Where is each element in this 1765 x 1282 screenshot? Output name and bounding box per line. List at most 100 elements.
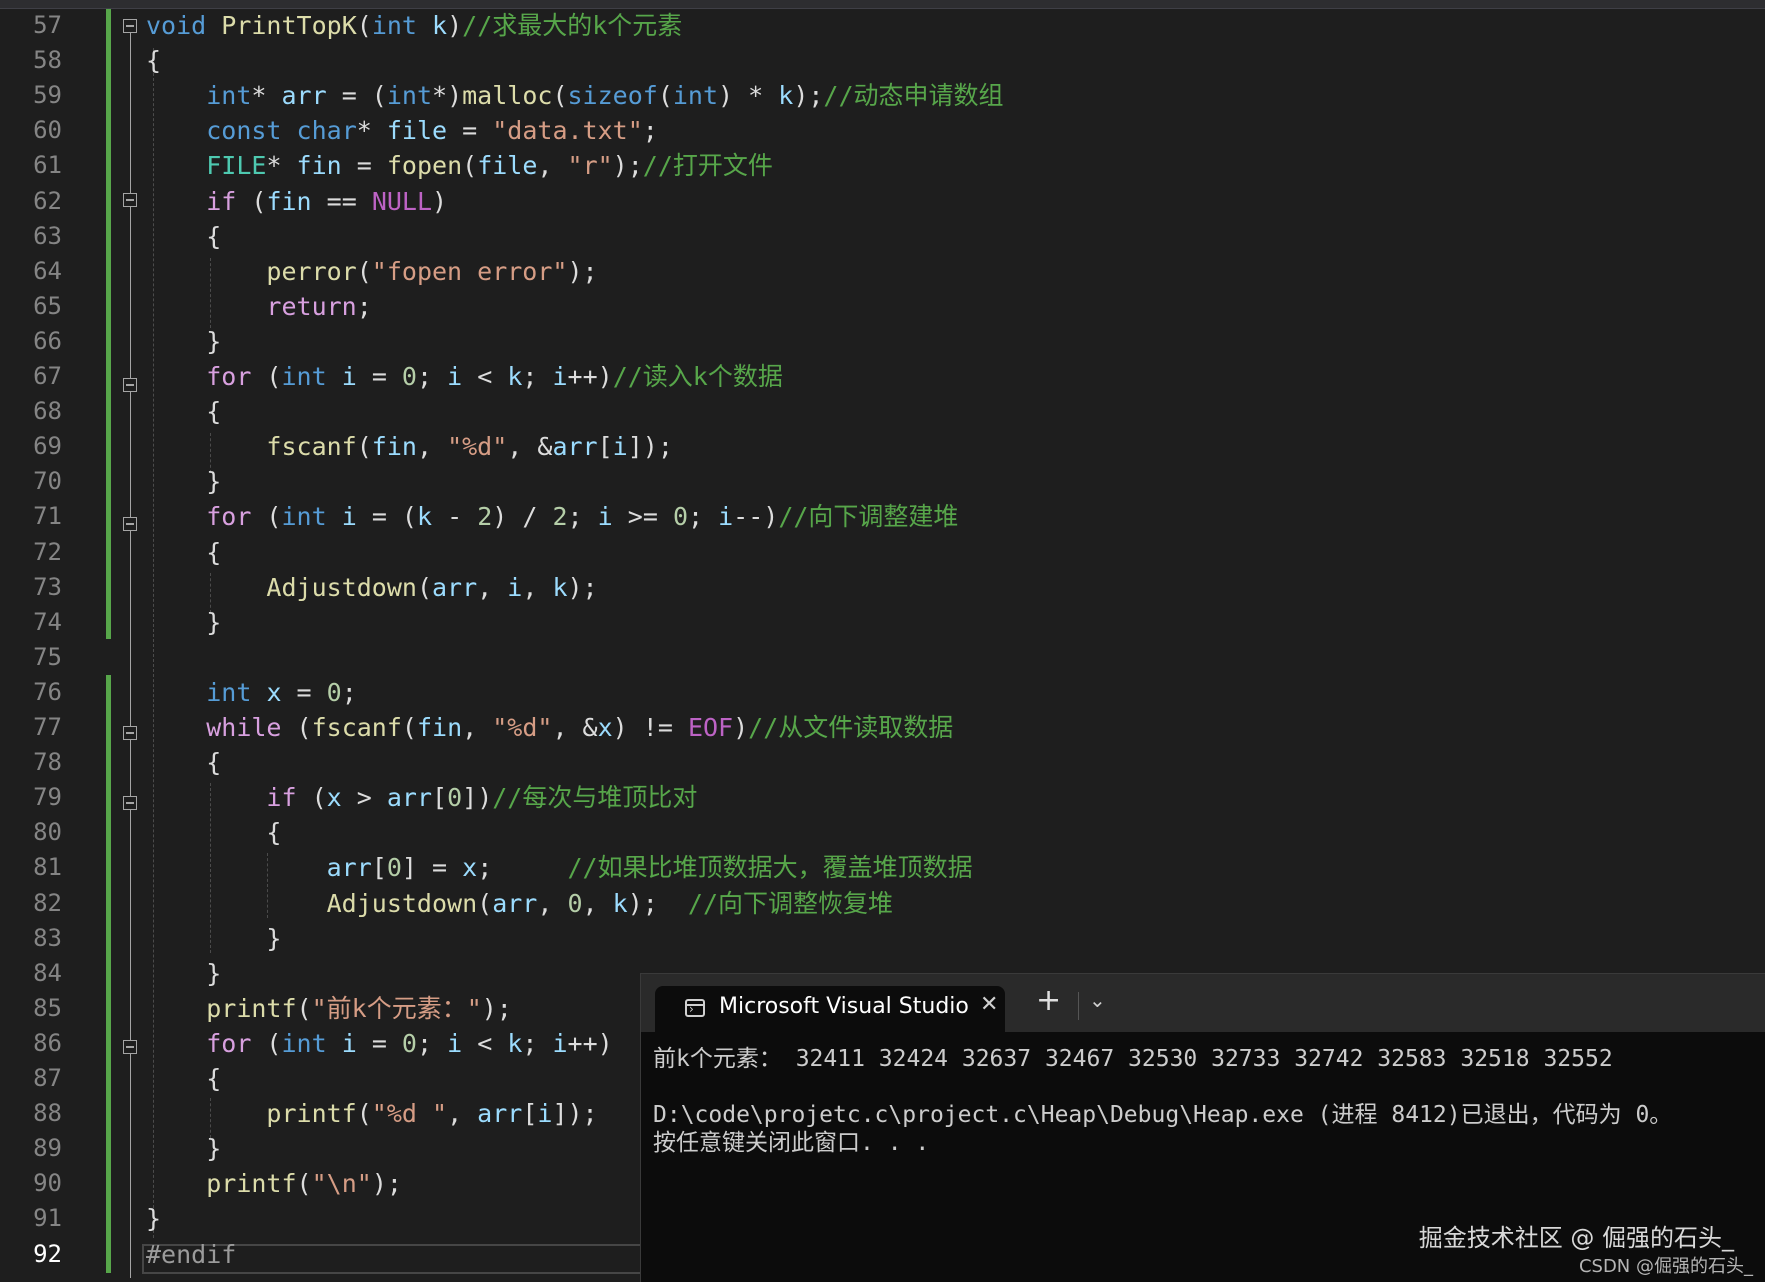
new-tab-button[interactable]: +	[1036, 985, 1061, 1017]
code-token: "r"	[567, 151, 613, 181]
line-number: 92	[33, 1239, 62, 1268]
code-line[interactable]: 68 {	[0, 394, 1765, 429]
line-number: 79	[33, 783, 62, 812]
code-line[interactable]: 76 int x = 0;	[0, 675, 1765, 710]
code-token: = (	[326, 81, 387, 111]
code-token: PrintTopK	[221, 11, 357, 40]
line-number: 75	[33, 642, 62, 671]
code-line[interactable]: 58 {	[0, 43, 1765, 78]
code-line[interactable]: 71 for (int i = (k - 2) / 2; i >= 0; i--…	[0, 499, 1765, 534]
code-line[interactable]: 74 }	[0, 605, 1765, 640]
code-text: if (fin == NULL)	[146, 184, 447, 219]
code-token: int	[371, 11, 417, 40]
chevron-down-icon[interactable]: ⌄	[1089, 988, 1106, 1012]
code-token: ]);	[552, 1099, 598, 1129]
code-text: const char* file = "data.txt";	[146, 113, 658, 148]
code-line[interactable]: 62 if (fin == NULL)	[0, 184, 1765, 219]
code-token: i	[612, 432, 628, 462]
code-text: }	[146, 605, 221, 640]
line-number: 78	[33, 748, 62, 777]
code-text: }	[146, 956, 221, 991]
code-token: char	[296, 116, 357, 146]
code-token: while	[206, 713, 282, 742]
code-token: }	[146, 607, 222, 637]
code-line[interactable]: 59 int* arr = (int*)malloc(sizeof(int) *…	[0, 78, 1765, 113]
code-line[interactable]: 83 }	[0, 921, 1765, 956]
code-line[interactable]: 79 if (x > arr[0])//每次与堆顶比对	[0, 780, 1765, 815]
code-line[interactable]: 60 const char* file = "data.txt";	[0, 113, 1765, 148]
terminal-tab[interactable]: Microsoft Visual Studio ✕	[655, 986, 1005, 1032]
code-line[interactable]: 64 perror("fopen error");	[0, 254, 1765, 289]
line-number: 66	[33, 326, 62, 355]
code-token: ;	[642, 116, 658, 146]
code-text: }	[146, 324, 221, 359]
code-token: }	[146, 326, 222, 356]
code-token: k	[416, 502, 433, 532]
line-number: 58	[33, 46, 62, 75]
code-line[interactable]: 67 for (int i = 0; i < k; i++)//读入k个数据	[0, 359, 1765, 394]
code-line[interactable]: 80 {	[0, 815, 1765, 850]
code-token: (	[251, 502, 282, 532]
code-token: );	[371, 1169, 402, 1199]
code-token: int	[206, 81, 252, 111]
code-text: if (x > arr[0])//每次与堆顶比对	[146, 780, 697, 815]
code-token: -	[432, 502, 478, 532]
line-number: 61	[33, 151, 62, 180]
code-text: void PrintTopK(int k)//求最大的k个元素	[146, 8, 682, 43]
code-line[interactable]: 77 while (fscanf(fin, "%d", &x) != EOF)/…	[0, 710, 1765, 745]
code-token: sizeof	[567, 81, 658, 111]
code-token: arr	[326, 853, 372, 883]
line-number: 63	[33, 221, 62, 250]
code-token: Adjustdown	[326, 888, 478, 918]
code-line[interactable]: 72 {	[0, 535, 1765, 570]
code-line[interactable]: 82 Adjustdown(arr, 0, k); //向下调整恢复堆	[0, 886, 1765, 921]
line-number: 77	[33, 713, 62, 741]
code-token: (	[356, 432, 372, 462]
line-number: 84	[33, 958, 62, 987]
code-token: );	[627, 888, 688, 918]
code-token: "%d"	[447, 432, 508, 462]
code-token: ,	[582, 888, 613, 918]
code-line[interactable]: 69 fscanf(fin, "%d", &arr[i]);	[0, 429, 1765, 464]
code-token: void	[146, 11, 207, 40]
code-line[interactable]: 61 FILE* fin = fopen(file, "r");//打开文件	[0, 148, 1765, 183]
code-token: x	[326, 783, 342, 813]
code-token: "data.txt"	[492, 116, 643, 146]
code-line[interactable]: 78 {	[0, 745, 1765, 780]
line-number: 69	[33, 432, 62, 461]
code-token: );	[567, 572, 598, 602]
code-token: fin	[371, 432, 417, 462]
code-line[interactable]: 63 {	[0, 219, 1765, 254]
code-token: //动态申请数组	[823, 81, 1004, 111]
code-token: (	[477, 888, 493, 918]
code-token: = (	[356, 502, 417, 532]
code-line[interactable]: 81 arr[0] = x; //如果比堆顶数据大，覆盖堆顶数据	[0, 850, 1765, 885]
code-line[interactable]: 70 }	[0, 464, 1765, 499]
code-text: int* arr = (int*)malloc(sizeof(int) * k)…	[146, 78, 1004, 113]
code-token: <	[462, 1028, 508, 1058]
line-number: 65	[33, 291, 62, 320]
code-line[interactable]: 57 void PrintTopK(int k)//求最大的k个元素	[0, 8, 1765, 43]
code-line[interactable]: 65 return;	[0, 289, 1765, 324]
code-token: >=	[612, 502, 673, 532]
code-line[interactable]: 66 }	[0, 324, 1765, 359]
code-token: {	[146, 221, 222, 251]
close-tab-icon[interactable]: ✕	[980, 992, 998, 1017]
line-number: 88	[33, 1099, 62, 1128]
code-token: if	[206, 186, 237, 216]
code-text: }	[146, 921, 281, 956]
code-token: *	[266, 151, 297, 181]
code-line[interactable]: 73 Adjustdown(arr, i, k);	[0, 570, 1765, 605]
code-token: Adjustdown	[266, 572, 417, 602]
code-line[interactable]: 75	[0, 640, 1765, 675]
